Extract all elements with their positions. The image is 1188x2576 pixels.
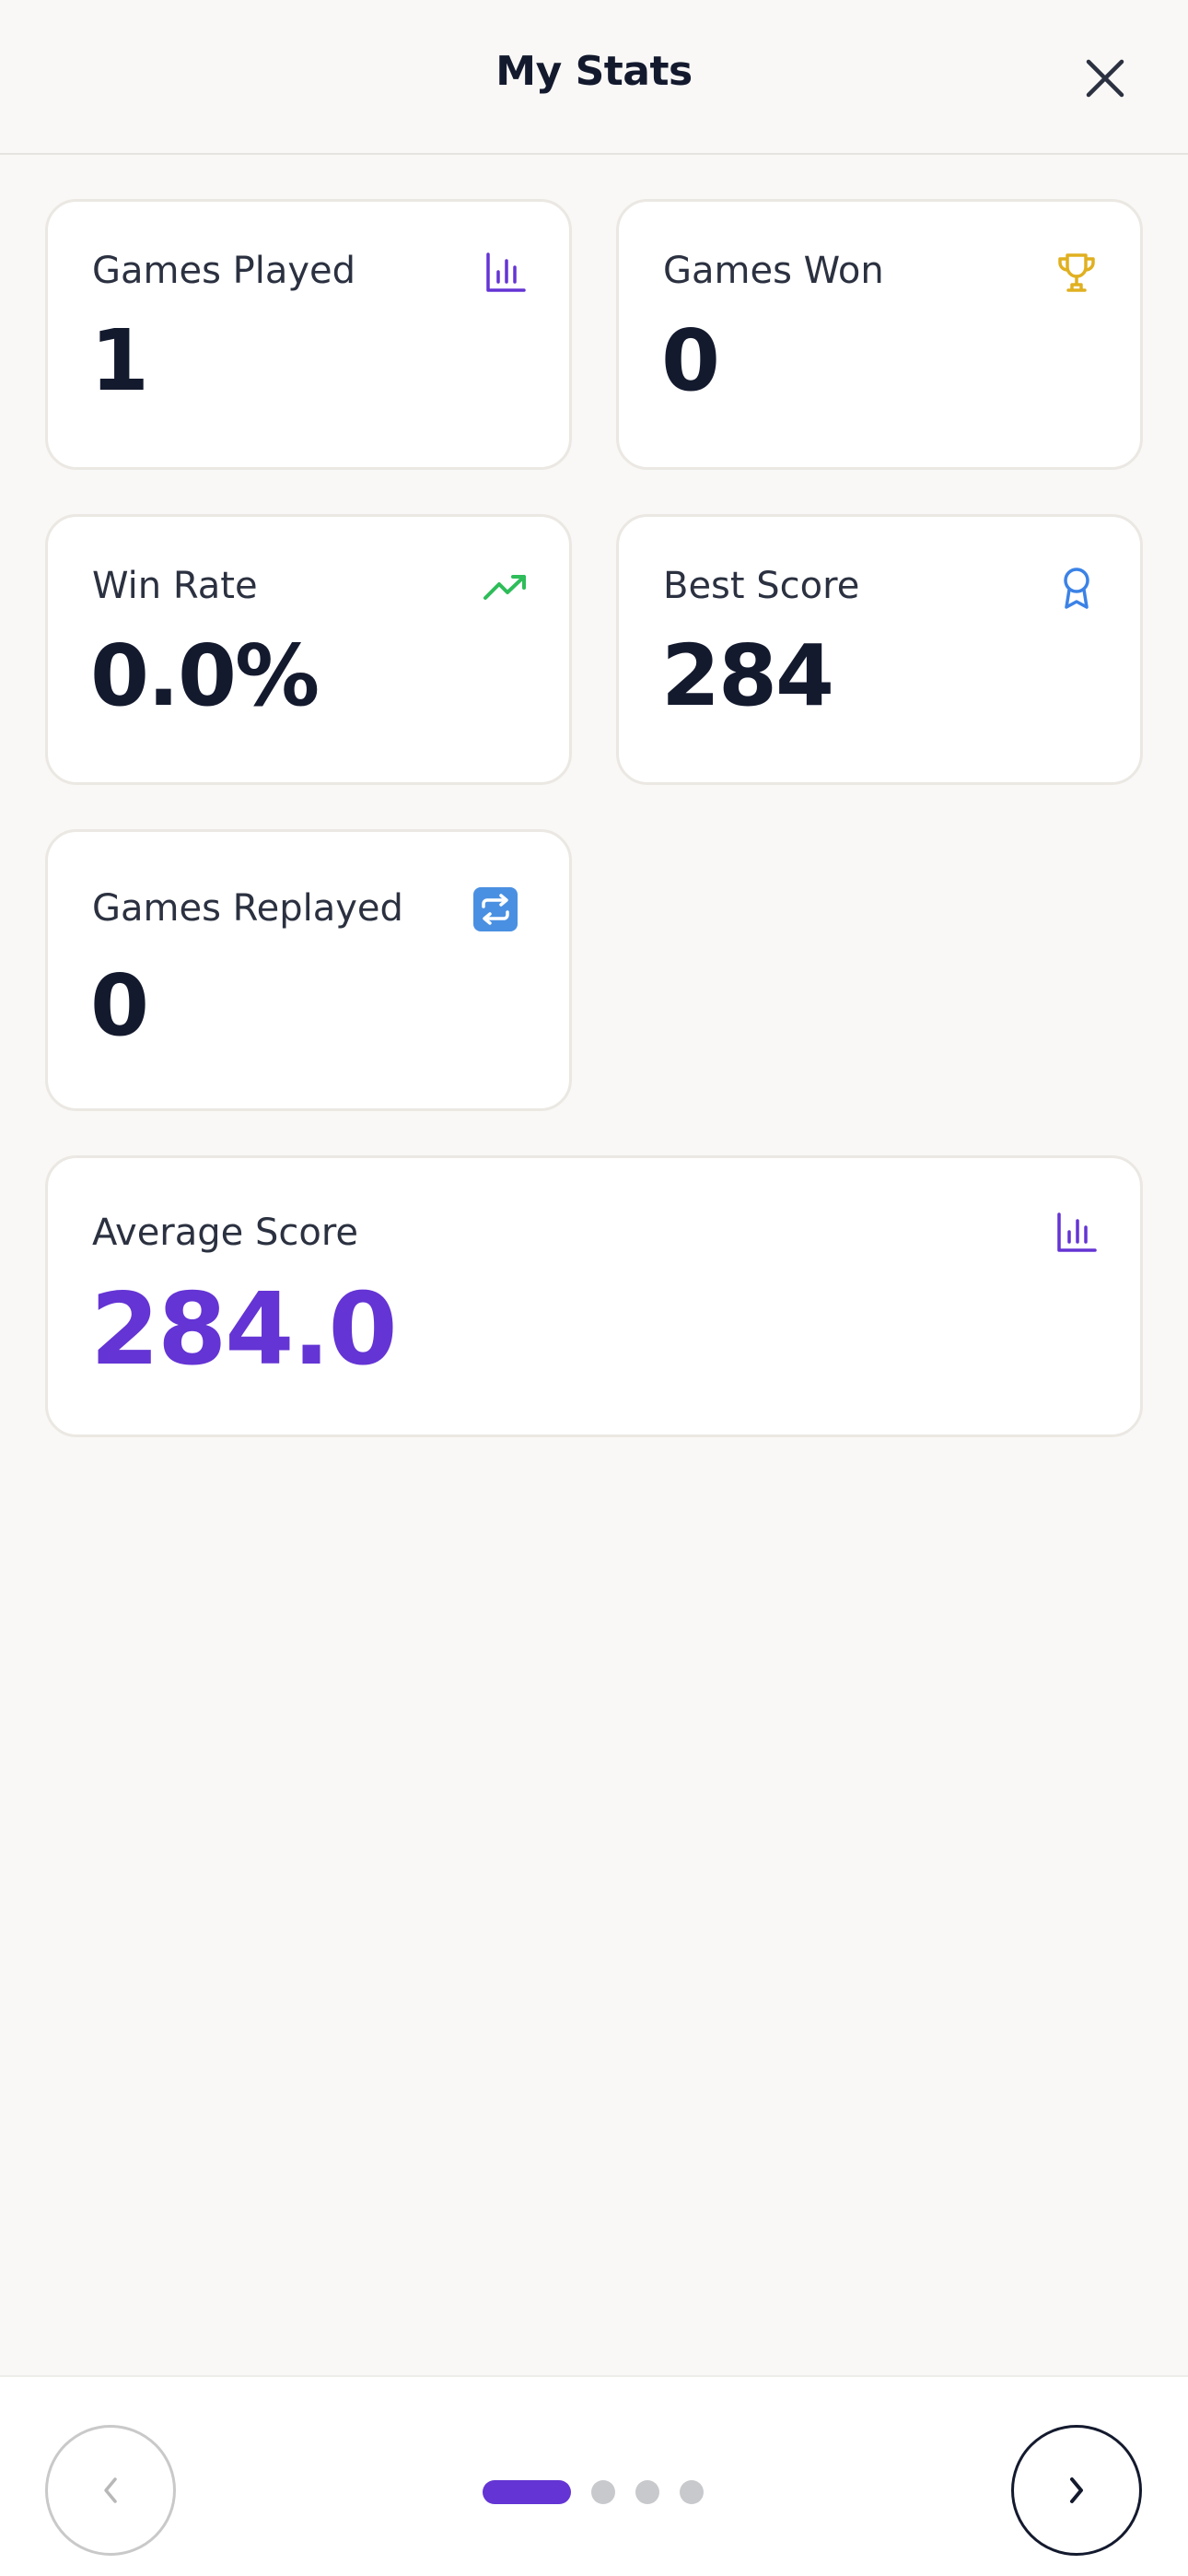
pagination-footer [0, 2375, 1188, 2576]
chevron-right-icon [1070, 2477, 1083, 2503]
trophy-icon [1054, 250, 1100, 296]
previous-page-button[interactable] [45, 2425, 176, 2556]
header: My Stats [0, 0, 1188, 155]
stat-card-best-score: Best Score 284 [616, 514, 1143, 785]
close-button[interactable] [1073, 51, 1137, 106]
stat-value: 0 [661, 311, 720, 410]
chevron-left-icon [104, 2477, 117, 2503]
stat-label: Games Replayed [92, 887, 403, 930]
page-title: My Stats [495, 48, 693, 95]
trending-up-icon [483, 565, 529, 611]
stat-label: Best Score [663, 565, 860, 607]
page-indicator [483, 2480, 704, 2504]
award-ribbon-icon [1054, 565, 1100, 611]
close-icon [1086, 59, 1124, 98]
stat-card-win-rate: Win Rate 0.0% [45, 514, 572, 785]
page-dot[interactable] [635, 2480, 659, 2504]
page-dot[interactable] [680, 2480, 704, 2504]
page-dot[interactable] [591, 2480, 615, 2504]
stat-value: 0 [90, 956, 149, 1055]
stat-value: 284 [661, 626, 834, 725]
stat-label: Win Rate [92, 565, 258, 607]
stat-card-games-won: Games Won 0 [616, 199, 1143, 470]
stat-label: Average Score [92, 1212, 359, 1254]
stat-card-games-played: Games Played 1 [45, 199, 572, 470]
page-dot-active[interactable] [483, 2480, 571, 2504]
stat-label: Games Played [92, 250, 356, 292]
next-page-button[interactable] [1011, 2425, 1142, 2556]
stat-card-games-replayed: Games Replayed 0 [45, 829, 572, 1111]
stat-card-average-score: Average Score 284.0 [45, 1155, 1143, 1437]
bar-chart-icon [1054, 1210, 1100, 1256]
bar-chart-icon [483, 250, 529, 296]
stat-value: 1 [90, 311, 149, 410]
stat-value: 284.0 [90, 1272, 398, 1388]
stat-value: 0.0% [90, 626, 320, 725]
repeat-icon [472, 885, 519, 933]
stat-label: Games Won [663, 250, 884, 292]
